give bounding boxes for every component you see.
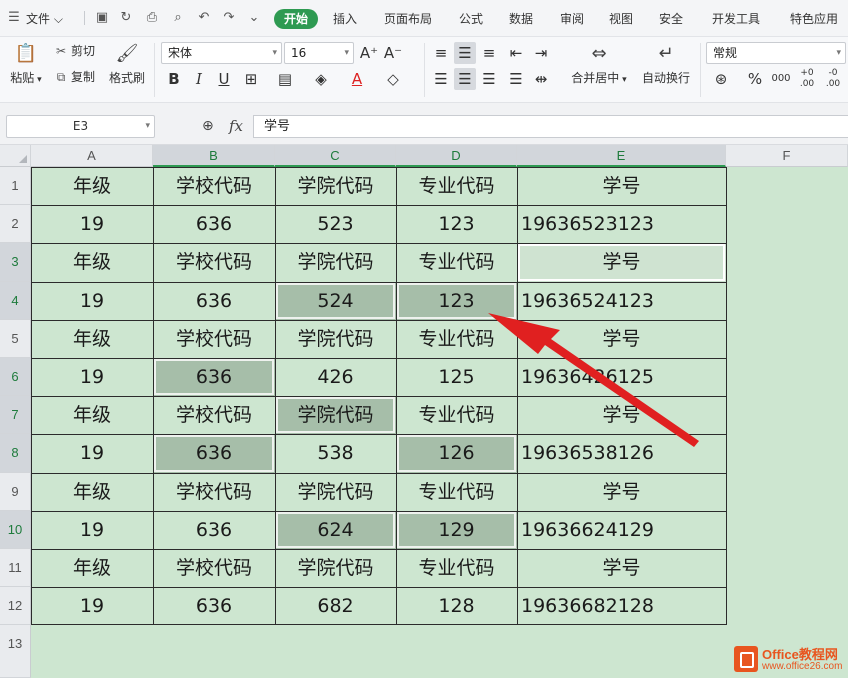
watermark-url: www.office26.com [762,661,843,672]
red-arrow-icon [488,313,699,447]
watermark: Office教程网 www.office26.com [734,644,846,674]
office-logo-icon [734,646,758,672]
annotation-arrow [488,313,699,447]
